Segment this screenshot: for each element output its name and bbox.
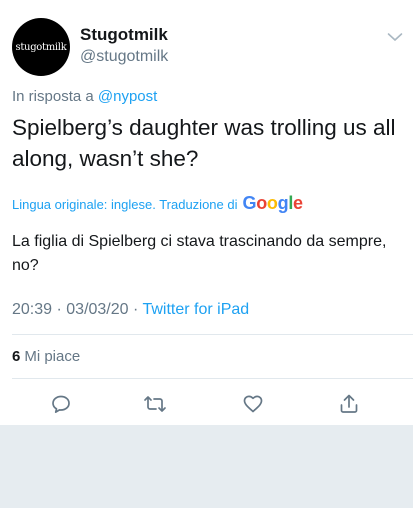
- share-icon: [338, 393, 360, 415]
- avatar[interactable]: stugotmilk: [12, 18, 70, 76]
- likes-label: Mi piace: [24, 348, 81, 365]
- reply-context: In risposta a @nypost: [12, 88, 157, 105]
- divider: [12, 378, 413, 379]
- like-icon: [242, 393, 264, 415]
- user-handle[interactable]: @stugotmilk: [80, 48, 168, 66]
- tweet-time[interactable]: 20:39: [12, 301, 52, 318]
- tweet-card: stugotmilk Stugotmilk @stugotmilk In ris…: [0, 0, 413, 425]
- meta-separator: ·: [128, 301, 143, 318]
- retweet-button[interactable]: [143, 392, 167, 416]
- tweet-metadata: 20:39 · 03/03/20 · Twitter for iPad: [12, 301, 249, 319]
- divider: [12, 334, 413, 335]
- translation-attribution[interactable]: Lingua originale: inglese. Traduzione di…: [12, 193, 303, 214]
- reply-prefix: In risposta a: [12, 88, 98, 105]
- tweet-source-link[interactable]: Twitter for iPad: [142, 301, 249, 318]
- display-name[interactable]: Stugotmilk: [80, 25, 168, 45]
- share-button[interactable]: [337, 392, 361, 416]
- likes-count: 6: [12, 348, 21, 365]
- reply-mention-link[interactable]: @nypost: [98, 88, 157, 105]
- google-logo: Google: [242, 193, 304, 213]
- tweet-date[interactable]: 03/03/20: [66, 301, 128, 318]
- tweet-text: Spielberg’s daughter was trolling us all…: [12, 115, 396, 171]
- reply-button[interactable]: [49, 392, 73, 416]
- avatar-text: stugotmilk: [15, 41, 67, 53]
- retweet-icon: [143, 393, 167, 415]
- reply-icon: [50, 393, 72, 415]
- translated-text: La figlia di Spielberg ci stava trascina…: [12, 233, 387, 274]
- meta-separator: ·: [52, 301, 67, 318]
- original-language-label: Lingua originale: inglese. Traduzione di: [12, 197, 238, 212]
- like-button[interactable]: [241, 392, 265, 416]
- chevron-down-icon[interactable]: [387, 32, 403, 42]
- likes-stat[interactable]: 6 Mi piace: [12, 348, 80, 365]
